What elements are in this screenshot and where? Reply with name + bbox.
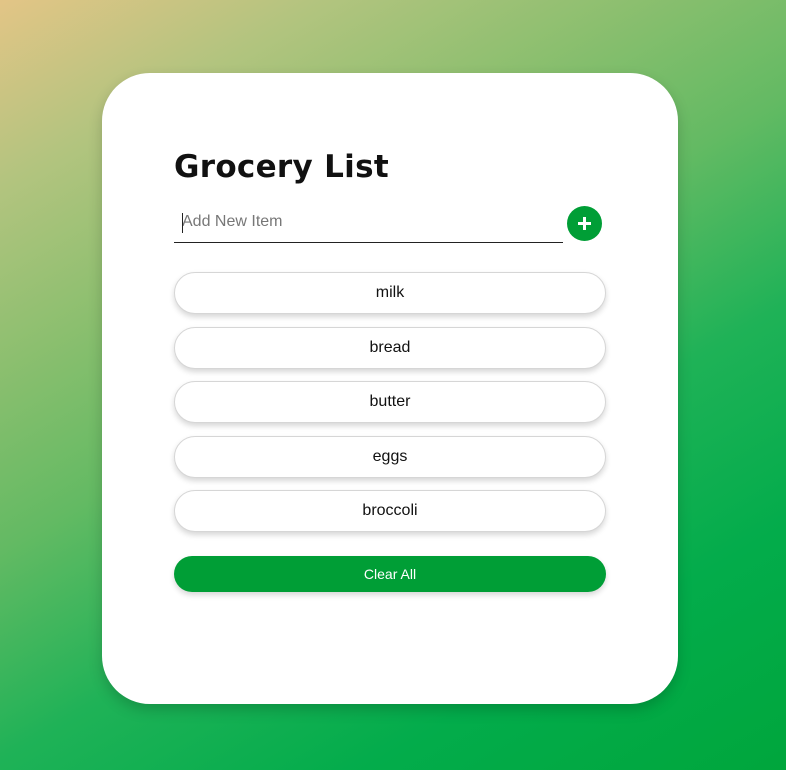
list-item[interactable]: milk	[174, 272, 606, 314]
grocery-card: Grocery List milk bread butter eggs broc…	[102, 73, 678, 704]
add-item-button[interactable]	[567, 206, 602, 241]
list-item[interactable]: bread	[174, 326, 606, 369]
grocery-items-list: milk bread butter eggs broccoli	[174, 272, 606, 545]
page-title: Grocery List	[174, 149, 389, 185]
text-cursor	[182, 213, 183, 233]
plus-icon	[578, 217, 591, 230]
clear-all-button[interactable]: Clear All	[174, 556, 606, 592]
list-item[interactable]: broccoli	[174, 490, 606, 532]
new-item-input[interactable]	[174, 204, 563, 240]
new-item-field[interactable]	[174, 204, 563, 243]
list-item[interactable]: butter	[174, 381, 606, 423]
list-item[interactable]: eggs	[174, 435, 606, 478]
